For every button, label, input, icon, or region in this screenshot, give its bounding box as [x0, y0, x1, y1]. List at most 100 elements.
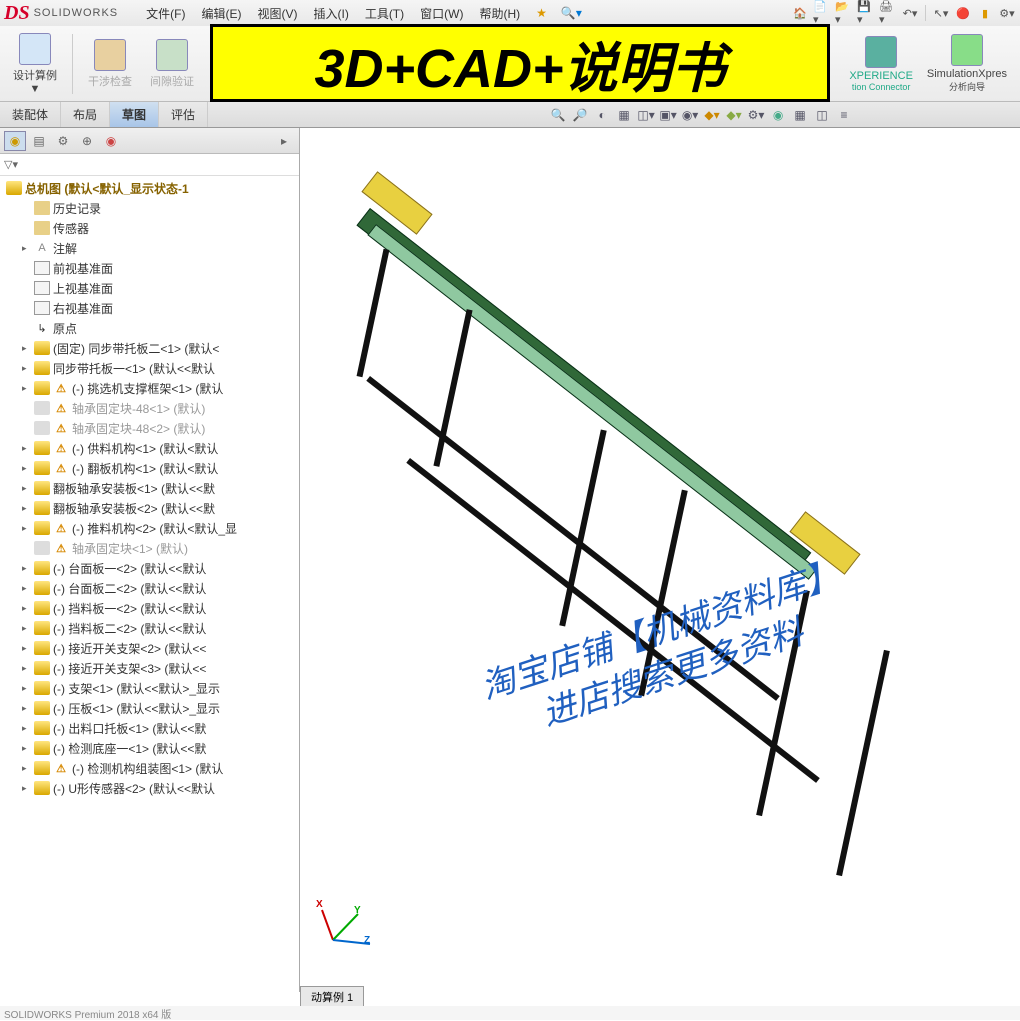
options-icon[interactable]: ▮: [976, 4, 994, 22]
dimxpert-tab-icon[interactable]: ⊕: [76, 131, 98, 151]
graphics-viewport[interactable]: 淘宝店铺【机械资料库】 进店搜索更多资料 X Y Z: [300, 128, 1020, 992]
expand-icon[interactable]: ▸: [22, 683, 32, 694]
apply-scene-icon[interactable]: ◆▾: [724, 105, 744, 125]
zoom-fit-icon[interactable]: 🔍: [548, 105, 568, 125]
undo-icon[interactable]: ↶▾: [901, 4, 919, 22]
tab-assembly[interactable]: 装配体: [0, 102, 61, 127]
expand-icon[interactable]: ▸: [22, 583, 32, 594]
expand-icon[interactable]: ▸: [22, 523, 32, 534]
hide-show-icon[interactable]: ◉▾: [680, 105, 700, 125]
tree-item[interactable]: ▸A注解: [0, 238, 299, 258]
expand-icon[interactable]: ▸: [22, 743, 32, 754]
expand-icon[interactable]: ▸: [22, 383, 32, 394]
expand-icon[interactable]: ▸: [22, 563, 32, 574]
tree-item[interactable]: ▸⚠(-) 挑选机支撑框架<1> (默认: [0, 378, 299, 398]
print-icon[interactable]: 🖨▾: [879, 4, 897, 22]
feature-tree-tab-icon[interactable]: ◉: [4, 131, 26, 151]
section-icon[interactable]: ▦: [614, 105, 634, 125]
tree-item[interactable]: ▸翻板轴承安装板<1> (默认<<默: [0, 478, 299, 498]
tree-item[interactable]: ▸(-) 挡料板一<2> (默认<<默认: [0, 598, 299, 618]
menu-insert[interactable]: 插入(I): [305, 5, 356, 22]
expand-icon[interactable]: ▸: [22, 623, 32, 634]
menu-tools[interactable]: 工具(T): [357, 5, 412, 22]
tree-item[interactable]: 右视基准面: [0, 298, 299, 318]
tree-item[interactable]: ▸(-) 支架<1> (默认<<默认>_显示: [0, 678, 299, 698]
tree-item[interactable]: ▸(固定) 同步带托板二<1> (默认<: [0, 338, 299, 358]
tree-item[interactable]: ▸(-) 接近开关支架<2> (默认<<: [0, 638, 299, 658]
tree-item[interactable]: ▸⚠(-) 供料机构<1> (默认<默认: [0, 438, 299, 458]
expand-icon[interactable]: ▸: [22, 503, 32, 514]
tab-sketch[interactable]: 草图: [110, 102, 159, 127]
tree-item[interactable]: ▸(-) 台面板二<2> (默认<<默认: [0, 578, 299, 598]
clearance-button[interactable]: 间隙验证: [143, 30, 201, 98]
expand-icon[interactable]: ▸: [22, 763, 32, 774]
tree-item[interactable]: ▸(-) 接近开关支架<3> (默认<<: [0, 658, 299, 678]
sidebar-expand-icon[interactable]: ▸: [273, 131, 295, 151]
config-tab-icon[interactable]: ⚙: [52, 131, 74, 151]
expand-icon[interactable]: ▸: [22, 703, 32, 714]
cartoon-icon[interactable]: ▦: [790, 105, 810, 125]
tree-item[interactable]: ↳原点: [0, 318, 299, 338]
expand-icon[interactable]: ▸: [22, 663, 32, 674]
view-orient-icon[interactable]: ◫▾: [636, 105, 656, 125]
tree-item[interactable]: ▸⚠(-) 翻板机构<1> (默认<默认: [0, 458, 299, 478]
menu-help[interactable]: 帮助(H): [471, 5, 528, 22]
tree-item[interactable]: ⚠轴承固定块-48<2> (默认): [0, 418, 299, 438]
tree-item[interactable]: 历史记录: [0, 198, 299, 218]
design-study-button[interactable]: 设计算例▼: [6, 30, 64, 98]
tree-item[interactable]: ⚠轴承固定块-48<1> (默认): [0, 398, 299, 418]
collapse-icon[interactable]: ≡: [834, 105, 854, 125]
filter-bar[interactable]: ▽▾: [0, 154, 299, 176]
tree-item[interactable]: ▸(-) 出料口托板<1> (默认<<默: [0, 718, 299, 738]
menu-view[interactable]: 视图(V): [249, 5, 305, 22]
tree-item[interactable]: ⚠轴承固定块<1> (默认): [0, 538, 299, 558]
simulation-button[interactable]: SimulationXpres 分析向导: [920, 30, 1014, 98]
view-triad[interactable]: X Y Z: [318, 892, 378, 952]
expand-icon[interactable]: ▸: [22, 723, 32, 734]
expand-icon[interactable]: ▸: [22, 483, 32, 494]
expand-icon[interactable]: ▸: [22, 643, 32, 654]
tree-item[interactable]: ▸(-) 压板<1> (默认<<默认>_显示: [0, 698, 299, 718]
expand-icon[interactable]: ▸: [22, 343, 32, 354]
rebuild-icon[interactable]: 🔴: [954, 4, 972, 22]
save-icon[interactable]: 💾▾: [857, 4, 875, 22]
tree-item[interactable]: ▸(-) 检测底座一<1> (默认<<默: [0, 738, 299, 758]
render-icon[interactable]: ◉: [768, 105, 788, 125]
search-icon[interactable]: 🔍▾: [561, 6, 582, 20]
prev-view-icon[interactable]: ◐: [592, 105, 612, 125]
select-icon[interactable]: ↖▾: [932, 4, 950, 22]
tab-layout[interactable]: 布局: [61, 102, 110, 127]
open-icon[interactable]: 📂▾: [835, 4, 853, 22]
settings-icon[interactable]: ⚙▾: [998, 4, 1016, 22]
expand-icon[interactable]: ▸: [22, 443, 32, 454]
interference-button[interactable]: 干涉检查: [81, 30, 139, 98]
expand-icon[interactable]: ▸: [22, 603, 32, 614]
expand-icon[interactable]: ▸: [22, 463, 32, 474]
zoom-area-icon[interactable]: 🔎: [570, 105, 590, 125]
home-icon[interactable]: 🏠: [791, 4, 809, 22]
menu-file[interactable]: 文件(F): [138, 5, 193, 22]
tree-item[interactable]: ▸⚠(-) 推料机构<2> (默认<默认_显: [0, 518, 299, 538]
tree-item[interactable]: 前视基准面: [0, 258, 299, 278]
tab-evaluate[interactable]: 评估: [159, 102, 208, 127]
edit-appearance-icon[interactable]: ◆▾: [702, 105, 722, 125]
tree-item[interactable]: ▸翻板轴承安装板<2> (默认<<默: [0, 498, 299, 518]
tree-item[interactable]: ▸(-) 台面板一<2> (默认<<默认: [0, 558, 299, 578]
expand-icon[interactable]: ▸: [22, 783, 32, 794]
xperience-button[interactable]: XPERIENCE tion Connector: [842, 30, 920, 98]
appearance-tab-icon[interactable]: ◉: [100, 131, 122, 151]
perspective-icon[interactable]: ◫: [812, 105, 832, 125]
expand-icon[interactable]: ▸: [22, 243, 32, 254]
tree-item[interactable]: ▸同步带托板一<1> (默认<<默认: [0, 358, 299, 378]
property-tab-icon[interactable]: ▤: [28, 131, 50, 151]
menu-edit[interactable]: 编辑(E): [193, 5, 249, 22]
tree-item[interactable]: ▸(-) U形传感器<2> (默认<<默认: [0, 778, 299, 798]
motion-study-tab[interactable]: 动算例 1: [300, 986, 364, 1006]
display-style-icon[interactable]: ▣▾: [658, 105, 678, 125]
tree-root[interactable]: 总机图 (默认<默认_显示状态-1: [0, 178, 299, 198]
tree-item[interactable]: ▸(-) 挡料板二<2> (默认<<默认: [0, 618, 299, 638]
expand-icon[interactable]: ▸: [22, 363, 32, 374]
new-icon[interactable]: 📄▾: [813, 4, 831, 22]
tree-item[interactable]: ▸⚠(-) 检测机构组装图<1> (默认: [0, 758, 299, 778]
tree-item[interactable]: 传感器: [0, 218, 299, 238]
